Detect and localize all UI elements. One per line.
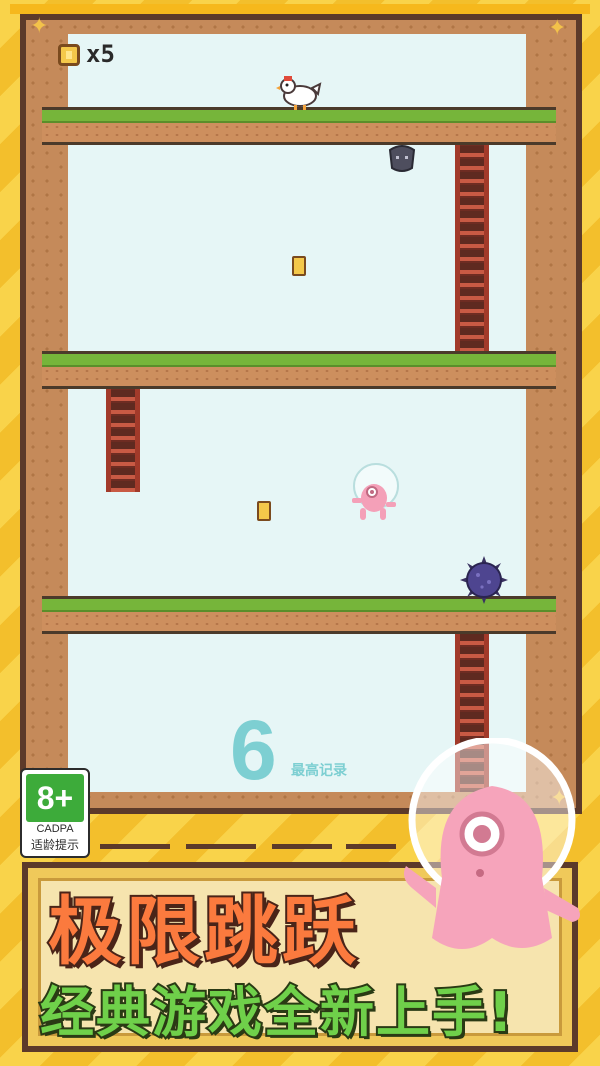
bat-enemy xyxy=(388,145,416,172)
promo-title: 极限跳跃 xyxy=(46,887,360,977)
coin-pickup xyxy=(292,256,306,276)
divider-dash xyxy=(100,844,170,849)
pink-astronaut-mascot xyxy=(404,738,580,949)
promo-subtitle: 经典游戏全新上手! xyxy=(38,979,515,1046)
chicken-enemy xyxy=(276,76,322,110)
spike-ball-hazard xyxy=(460,556,508,604)
divider-dash xyxy=(272,844,332,849)
grass-platform xyxy=(42,107,556,145)
pink-astronaut-player xyxy=(352,463,399,520)
high-score-label: 最高记录 xyxy=(291,763,347,779)
age-rating-org: CADPA xyxy=(36,823,74,835)
divider-dash xyxy=(346,844,396,849)
grass-platform xyxy=(42,351,556,389)
high-score-value: 6 xyxy=(230,703,277,797)
coin-icon xyxy=(58,44,80,66)
age-rating-tip: 适龄提示 xyxy=(30,838,79,852)
ladder xyxy=(455,140,489,354)
age-rating-value: 8+ xyxy=(26,774,84,822)
sparkle-icon: ✦ xyxy=(548,16,567,41)
ladder xyxy=(106,384,140,492)
coin-counter: x5 xyxy=(86,40,115,68)
divider-dash xyxy=(186,844,256,849)
sparkle-icon: ✦ xyxy=(30,14,49,39)
coin-pickup xyxy=(257,501,271,521)
top-border-bar xyxy=(10,4,590,14)
age-rating-badge: 8+ CADPA 适龄提示 xyxy=(20,768,90,858)
